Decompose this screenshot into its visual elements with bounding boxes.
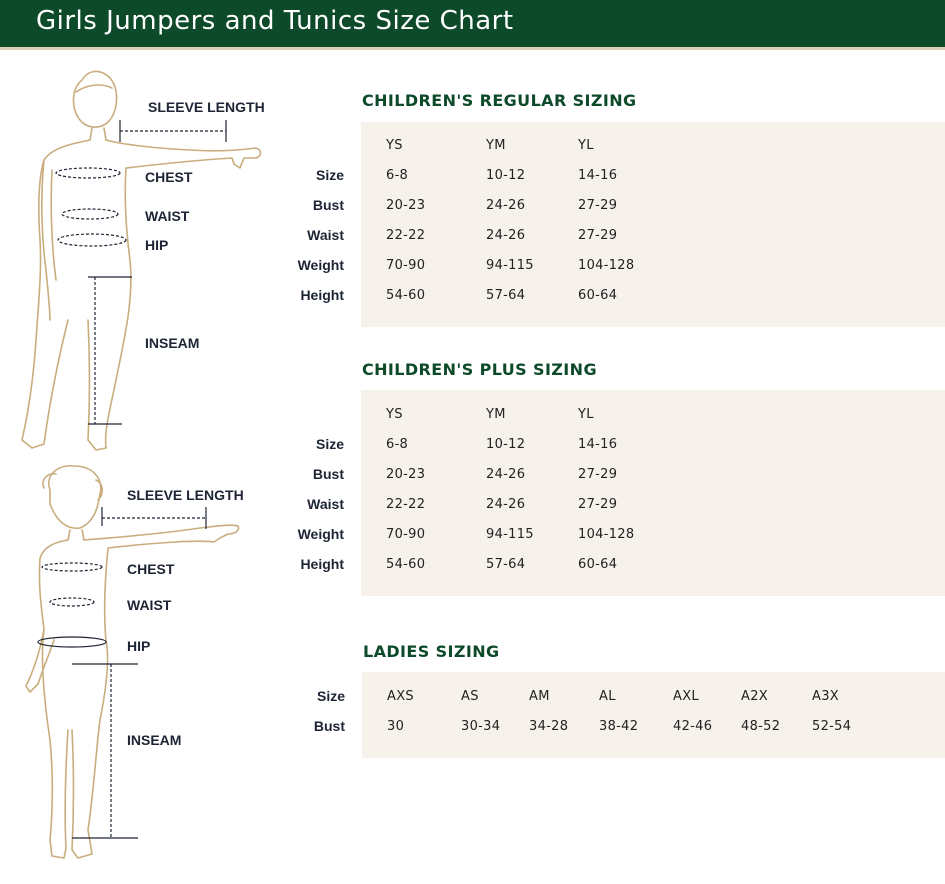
table-cell: AS: [461, 689, 479, 704]
table-cell: 30-34: [461, 719, 501, 734]
table-cell: 70-90: [386, 258, 426, 273]
ladies-sizing-table: [362, 672, 945, 758]
row-label-weight: Weight: [297, 257, 344, 273]
row-label-size: Size: [315, 167, 344, 183]
column-header: YS: [386, 407, 403, 422]
row-label-waist: Waist: [307, 227, 344, 243]
table-cell: AM: [529, 689, 550, 704]
regular-sizing-table: [361, 122, 945, 327]
row-label-bust: Bust: [312, 197, 344, 213]
table-cell: 38-42: [599, 719, 639, 734]
row-label-height: Height: [300, 556, 344, 572]
row-label-size: Size: [316, 688, 345, 704]
table-cell: 34-28: [529, 719, 569, 734]
table-cell: 20-23: [386, 198, 426, 213]
table-cell: 14-16: [578, 437, 618, 452]
page-header: Girls Jumpers and Tunics Size Chart: [0, 0, 945, 50]
inseam-label: INSEAM: [127, 732, 182, 748]
table-cell: 24-26: [486, 467, 526, 482]
table-cell: A3X: [812, 689, 839, 704]
table-cell: 57-64: [486, 557, 526, 572]
table-cell: 104-128: [578, 258, 635, 273]
row-label-size: Size: [315, 436, 344, 452]
table-cell: 70-90: [386, 527, 426, 542]
regular-sizing-title: CHILDREN'S REGULAR SIZING: [362, 91, 637, 110]
plus-sizing-title: CHILDREN'S PLUS SIZING: [362, 360, 597, 379]
table-cell: 30: [387, 719, 405, 734]
table-cell: A2X: [741, 689, 768, 704]
row-label-weight: Weight: [297, 526, 344, 542]
hip-label: HIP: [127, 638, 151, 654]
table-cell: 6-8: [386, 437, 409, 452]
table-cell: 6-8: [386, 168, 409, 183]
table-cell: 24-26: [486, 497, 526, 512]
column-header: YL: [578, 138, 594, 153]
row-label-bust: Bust: [313, 718, 345, 734]
table-cell: 42-46: [673, 719, 713, 734]
column-header: YM: [486, 138, 506, 153]
table-cell: AXS: [387, 689, 414, 704]
child-figure-illustration: [21, 70, 262, 451]
table-cell: 54-60: [386, 557, 426, 572]
sleeve-length-label: SLEEVE LENGTH: [127, 487, 244, 503]
table-cell: 10-12: [486, 168, 526, 183]
lady-figure-illustration: [25, 465, 240, 859]
row-label-waist: Waist: [307, 496, 344, 512]
row-label-bust: Bust: [312, 466, 344, 482]
table-cell: AXL: [673, 689, 699, 704]
table-cell: 57-64: [486, 288, 526, 303]
sleeve-length-label: SLEEVE LENGTH: [148, 99, 265, 115]
table-cell: 48-52: [741, 719, 781, 734]
chest-label: CHEST: [145, 169, 193, 185]
table-cell: AL: [599, 689, 616, 704]
table-cell: 24-26: [486, 198, 526, 213]
table-cell: 60-64: [578, 288, 618, 303]
table-cell: 24-26: [486, 228, 526, 243]
inseam-label: INSEAM: [145, 335, 200, 351]
table-cell: 20-23: [386, 467, 426, 482]
column-header: YM: [486, 407, 506, 422]
table-cell: 94-115: [486, 258, 534, 273]
column-header: YL: [578, 407, 594, 422]
table-cell: 27-29: [578, 228, 618, 243]
table-cell: 10-12: [486, 437, 526, 452]
table-cell: 27-29: [578, 467, 618, 482]
table-cell: 22-22: [386, 497, 426, 512]
plus-sizing-table: [361, 390, 945, 596]
table-cell: 22-22: [386, 228, 426, 243]
hip-label: HIP: [145, 237, 169, 253]
column-header: YS: [386, 138, 403, 153]
table-cell: 14-16: [578, 168, 618, 183]
ladies-sizing-title: LADIES SIZING: [363, 642, 500, 661]
table-cell: 104-128: [578, 527, 635, 542]
page-title: Girls Jumpers and Tunics Size Chart: [36, 6, 514, 36]
table-cell: 27-29: [578, 497, 618, 512]
chest-label: CHEST: [127, 561, 175, 577]
table-cell: 60-64: [578, 557, 618, 572]
waist-label: WAIST: [145, 208, 190, 224]
row-label-height: Height: [300, 287, 344, 303]
waist-label: WAIST: [127, 597, 172, 613]
table-cell: 27-29: [578, 198, 618, 213]
table-cell: 54-60: [386, 288, 426, 303]
table-cell: 94-115: [486, 527, 534, 542]
table-cell: 52-54: [812, 719, 852, 734]
